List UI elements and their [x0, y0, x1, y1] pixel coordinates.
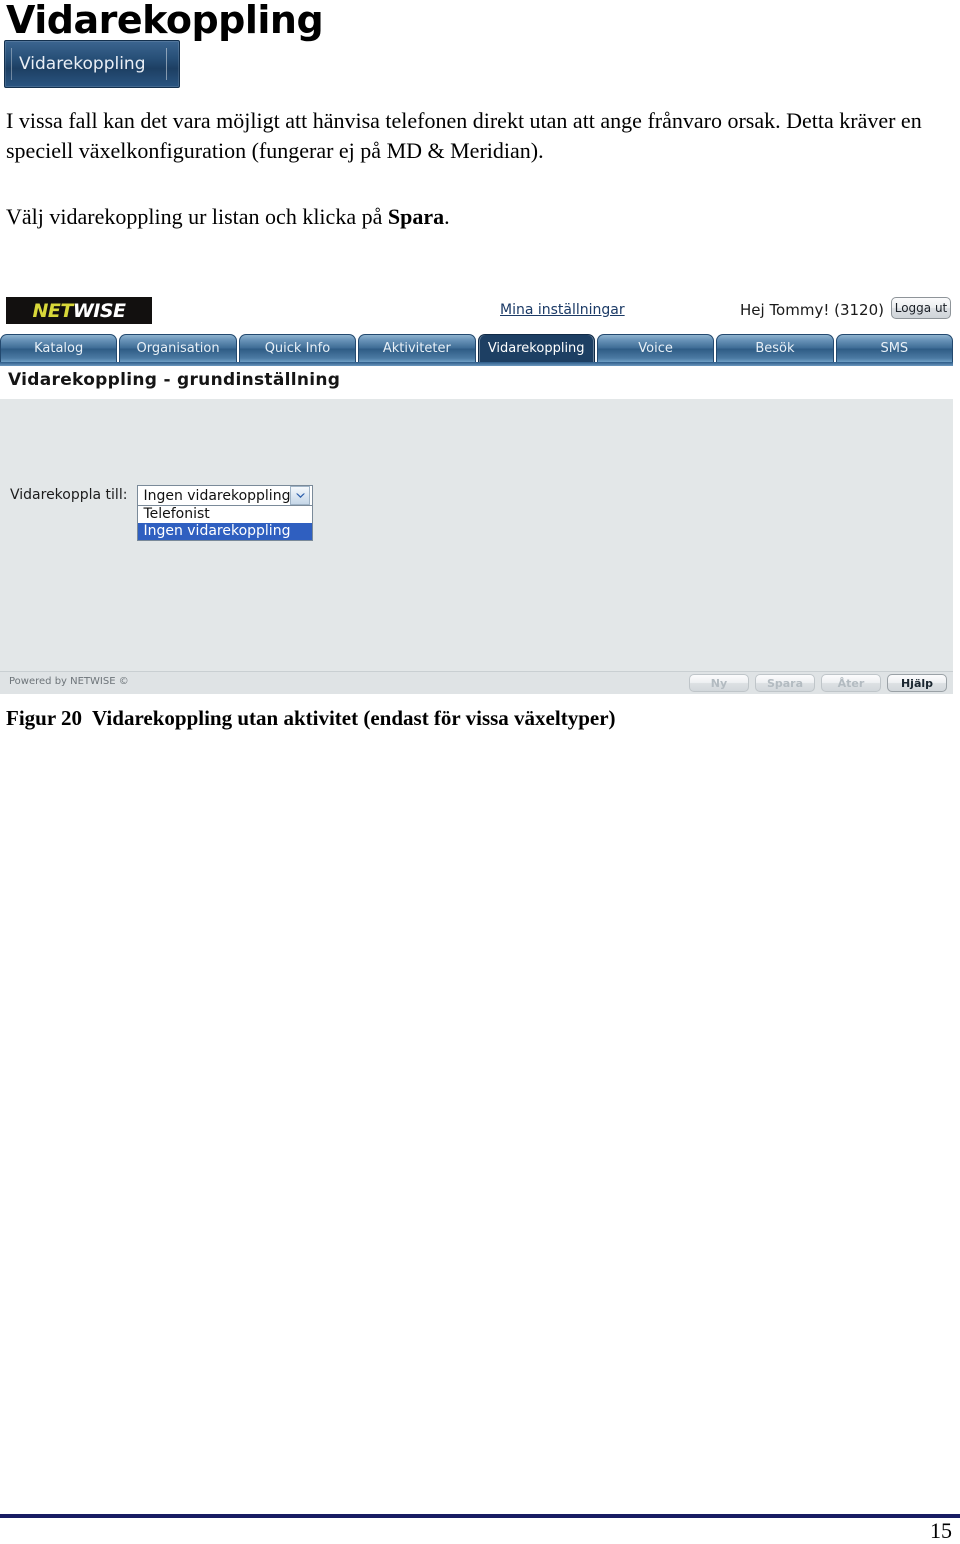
- figure-caption-text: Vidarekoppling utan aktivitet (endast fö…: [92, 706, 616, 730]
- forward-to-select-value: Ingen vidarekoppling: [143, 487, 291, 504]
- user-greeting: Hej Tommy! (3120): [740, 301, 884, 319]
- figure-number: Figur 20: [6, 706, 83, 730]
- powered-by-text: Powered by NETWISE ©: [9, 676, 129, 687]
- forward-to-field-row: Vidarekoppla till: Ingen vidarekoppling …: [10, 485, 314, 541]
- main-tab-bar: Katalog Organisation Quick Info Aktiviteter…: [0, 334, 953, 362]
- tab-vidarekoppling[interactable]: Vidarekoppling: [477, 334, 595, 362]
- logo-net-text: NET: [32, 299, 73, 322]
- my-settings-link[interactable]: Mina inställningar: [500, 302, 625, 318]
- paragraph-intro: I vissa fall kan det vara möjligt att hä…: [6, 108, 922, 163]
- option-ingen-vidarekoppling[interactable]: Ingen vidarekoppling: [138, 523, 313, 540]
- instruction-text-before: Välj vidarekoppling ur listan och klicka…: [6, 204, 388, 229]
- hero-button-inner: Vidarekoppling: [11, 48, 167, 80]
- tab-bar-underline: [0, 362, 953, 366]
- tab-organisation[interactable]: Organisation: [119, 334, 237, 362]
- button-åter: Åter: [821, 674, 881, 692]
- forward-to-option-list[interactable]: Telefonist Ingen vidarekoppling: [137, 506, 314, 541]
- content-panel: Vidarekoppla till: Ingen vidarekoppling …: [0, 398, 953, 672]
- tab-besök[interactable]: Besök: [716, 334, 834, 362]
- button-hjälp[interactable]: Hjälp: [887, 674, 947, 692]
- chevron-down-icon[interactable]: [290, 486, 311, 505]
- option-telefonist[interactable]: Telefonist: [138, 506, 312, 523]
- tab-quick-info[interactable]: Quick Info: [238, 334, 357, 362]
- tab-aktiviteter[interactable]: Aktiviteter: [358, 334, 476, 362]
- app-header: NET WISE Mina inställningar Hej Tommy! (3…: [0, 288, 953, 334]
- tab-sms[interactable]: SMS: [835, 334, 953, 362]
- footer-divider: [0, 1514, 960, 1518]
- instruction-text-after: .: [444, 204, 450, 229]
- hero-vidarekoppling-button[interactable]: Vidarekoppling: [4, 40, 180, 88]
- app-page-heading: Vidarekoppling - grundinställning: [8, 370, 341, 390]
- logo-wise-text: WISE: [72, 299, 126, 322]
- tab-voice[interactable]: Voice: [596, 334, 715, 362]
- logout-button[interactable]: Logga ut: [891, 297, 951, 319]
- forward-to-select-wrap: Ingen vidarekoppling Telefonist Ingen vid…: [137, 485, 314, 541]
- paragraph-instruction: Välj vidarekoppling ur listan och klicka…: [6, 202, 936, 232]
- button-spara: Spara: [755, 674, 815, 692]
- netwise-logo: NET WISE: [6, 297, 152, 324]
- netwise-app-screenshot: NET WISE Mina inställningar Hej Tommy! (3…: [0, 288, 953, 694]
- forward-to-label: Vidarekoppla till:: [10, 487, 128, 503]
- figure-caption: Figur 20 Vidarekoppling utan aktivitet (e…: [6, 706, 616, 731]
- footer-action-buttons: Ny Spara Åter Hjälp: [689, 674, 947, 692]
- instruction-bold-spara: Spara: [387, 204, 445, 229]
- page-title: Vidarekoppling: [6, 0, 324, 42]
- tab-katalog[interactable]: Katalog: [0, 334, 118, 362]
- app-footer: Powered by NETWISE © Ny Spara Åter Hjälp: [0, 671, 953, 694]
- button-ny: Ny: [689, 674, 749, 692]
- page-number: 15: [930, 1518, 952, 1543]
- forward-to-select[interactable]: Ingen vidarekoppling: [137, 485, 314, 506]
- hero-button-label: Vidarekoppling: [19, 54, 146, 74]
